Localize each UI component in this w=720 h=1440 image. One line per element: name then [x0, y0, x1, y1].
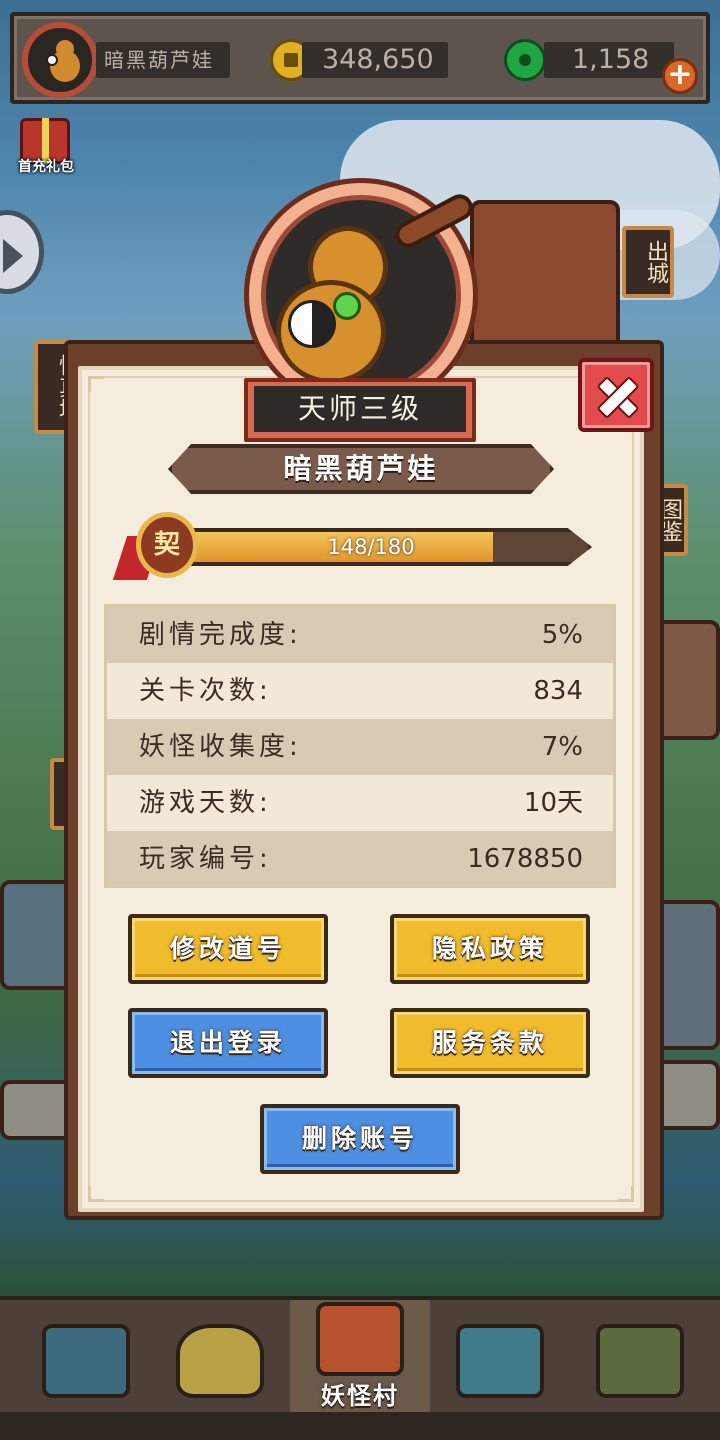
nav-chest-tab[interactable] [22, 1312, 150, 1408]
stat-label: 游戏天数: [139, 788, 272, 818]
gold-amount: 348,650 [302, 42, 448, 78]
stats-table: 剧情完成度: 5% 关卡次数: 834 妖怪收集度: 7% 游戏天数: 10天 … [104, 604, 616, 888]
market-stall-icon [456, 1324, 544, 1398]
stat-row: 玩家编号: 1678850 [107, 831, 613, 887]
nav-village-label[interactable]: 妖怪村 [290, 1376, 430, 1411]
jade-bead-icon [333, 292, 361, 320]
panel-corner-ornament [618, 1186, 634, 1202]
nav-shop-tab[interactable] [436, 1312, 564, 1408]
panel-corner-ornament [88, 1186, 104, 1202]
stat-value: 5% [541, 620, 583, 650]
stat-row: 妖怪收集度: 7% [107, 719, 613, 775]
sign-exit-city[interactable]: 出城 [622, 226, 674, 298]
contract-badge-icon: 契 [112, 510, 204, 580]
privacy-policy-button[interactable]: 隐私政策 [390, 914, 590, 984]
stat-label: 关卡次数: [139, 676, 272, 706]
terms-of-service-button[interactable]: 服务条款 [390, 1008, 590, 1078]
jade-coin-icon [504, 39, 546, 81]
stat-label: 玩家编号: [139, 844, 272, 874]
stat-row: 关卡次数: 834 [107, 663, 613, 719]
badge-seal: 契 [136, 512, 198, 578]
nav-star-tab[interactable] [156, 1312, 284, 1408]
bottom-strip [0, 1412, 720, 1440]
resource-bar: 暗黑葫芦娃 348,650 1,158 + [10, 12, 710, 104]
jade-amount: 1,158 [544, 42, 674, 78]
treasure-chest-icon [42, 1324, 130, 1398]
stat-row: 游戏天数: 10天 [107, 775, 613, 831]
nav-compass-tab[interactable] [576, 1312, 704, 1408]
stat-label: 妖怪收集度: [139, 732, 302, 762]
stat-value: 7% [541, 732, 583, 762]
logout-button[interactable]: 退出登录 [128, 1008, 328, 1078]
delete-account-button[interactable]: 删除账号 [260, 1104, 460, 1174]
player-name: 暗黑葫芦娃 [96, 42, 230, 78]
village-gate-icon [316, 1302, 404, 1376]
stat-label: 剧情完成度: [139, 620, 302, 650]
stat-row: 剧情完成度: 5% [107, 607, 613, 663]
yin-yang-icon [46, 54, 58, 66]
yin-yang-icon [288, 300, 336, 348]
progress-label: 148/180 [327, 535, 415, 559]
panel-corner-ornament [88, 376, 104, 392]
background-house [0, 880, 74, 990]
stat-value: 1678850 [467, 844, 583, 874]
compass-book-icon [596, 1324, 684, 1398]
nav-village-tab[interactable] [296, 1290, 424, 1386]
close-icon[interactable] [578, 358, 654, 432]
rename-button[interactable]: 修改道号 [128, 914, 328, 984]
stat-value: 834 [533, 676, 583, 706]
background-temple-gate [470, 200, 620, 350]
add-jade-button[interactable]: + [662, 58, 698, 94]
expand-arrow-icon[interactable] [0, 210, 44, 294]
player-avatar[interactable] [22, 22, 98, 98]
profile-name: 暗黑葫芦娃 [283, 452, 439, 485]
stat-value: 10天 [523, 788, 583, 818]
player-rank: 天师三级 [254, 386, 466, 432]
first-recharge-gift-label[interactable]: 首充礼包 [10, 156, 82, 176]
golden-star-icon [176, 1324, 264, 1398]
